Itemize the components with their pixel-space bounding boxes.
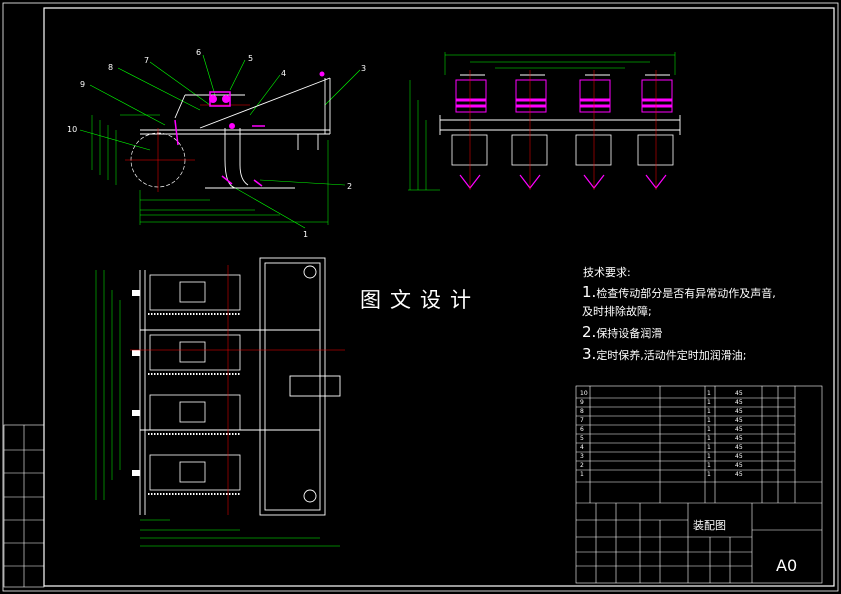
watermark-text: 图文设计 (360, 288, 480, 312)
bom-cell-mat: 45 (735, 426, 743, 433)
part-label: 3 (361, 64, 366, 73)
bom-cell-qty: 1 (707, 399, 711, 406)
part-label: 8 (108, 63, 113, 72)
bom-cell-no: 8 (580, 408, 584, 415)
bom-cell-qty: 1 (707, 471, 711, 478)
tech-requirement-line: 1.检查传动部分是否有异常动作及声音, (582, 283, 776, 301)
bom-cell-qty: 1 (707, 435, 711, 442)
part-label: 9 (80, 80, 85, 89)
bom-cell-no: 5 (580, 435, 584, 442)
top-view (95, 257, 345, 547)
bom-cell-no: 3 (580, 453, 584, 460)
side-view: 1 2 3 4 5 6 7 8 9 10 (67, 48, 366, 239)
bom-cell-mat: 45 (735, 462, 743, 469)
bom-cell-mat: 45 (735, 453, 743, 460)
bom-cell-no: 1 (580, 471, 584, 478)
bom-cell-qty: 1 (707, 444, 711, 451)
rear-view (408, 52, 681, 191)
bom-cell-qty: 1 (707, 408, 711, 415)
bom-cell-qty: 1 (707, 426, 711, 433)
binding-strip (3, 424, 45, 588)
bom-cell-mat: 45 (735, 444, 743, 451)
part-label: 6 (196, 48, 201, 57)
bom-cell-mat: 45 (735, 435, 743, 442)
bom-cell-qty: 1 (707, 390, 711, 397)
tech-requirement-line: 2.保持设备润滑 (582, 323, 663, 341)
tech-requirement-line: 3.定时保养,活动件定时加润滑油; (582, 345, 747, 363)
part-label: 10 (67, 125, 77, 134)
bom-cell-qty: 1 (707, 417, 711, 424)
bom-cell-qty: 1 (707, 453, 711, 460)
bom-cell-qty: 1 (707, 462, 711, 469)
part-label: 7 (144, 56, 149, 65)
bom-cell-no: 9 (580, 399, 584, 406)
bom-cell-no: 7 (580, 417, 584, 424)
tech-requirement-line: 及时排除故障; (582, 305, 652, 318)
bom-cell-no: 4 (580, 444, 584, 451)
title-block (575, 385, 823, 584)
part-label: 1 (303, 230, 308, 239)
bom-cell-mat: 45 (735, 471, 743, 478)
bom-cell-mat: 45 (735, 417, 743, 424)
bom-cell-mat: 45 (735, 399, 743, 406)
bom-cell-no: 10 (580, 390, 588, 397)
bom-cell-mat: 45 (735, 390, 743, 397)
part-label: 5 (248, 54, 253, 63)
drawing-title: 装配图 (693, 519, 726, 532)
part-label: 4 (281, 69, 286, 78)
bom-cell-no: 6 (580, 426, 584, 433)
bom-cell-mat: 45 (735, 408, 743, 415)
sheet-size: A0 (776, 556, 798, 575)
bom-cell-no: 2 (580, 462, 584, 469)
top-view-units (132, 274, 241, 495)
tech-requirements-title: 技术要求: (583, 266, 631, 279)
part-label: 2 (347, 182, 352, 191)
